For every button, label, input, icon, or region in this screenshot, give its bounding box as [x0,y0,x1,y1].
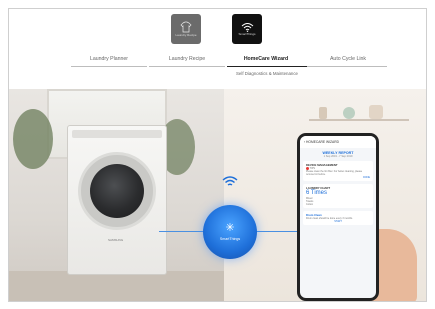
tab-underline-active [227,65,307,68]
tab-laundry-recipe[interactable]: Laundry Recipe [147,56,227,62]
card-link[interactable]: START [306,220,370,223]
smartthings-icon[interactable]: SmartThings [232,14,262,44]
shelf-decor [309,105,409,121]
icon-caption: Laundry Recipe [175,33,197,37]
feature-tabs: Laundry Recipe SmartThings Laundry Plann… [9,9,426,97]
hub-label: SmartThings [219,237,241,241]
laundry-count: 6 Times [306,190,328,197]
dryer-drum [90,164,144,218]
dryer-control-panel [72,130,162,138]
tab-underline [149,66,225,67]
dryer-brand: SAMSUNG [108,238,124,242]
wifi-icon [241,23,253,32]
device-management-card[interactable]: DEVICE MANAGEMENT TIPS Please clean the … [303,161,373,182]
tab-subtitle: Self Diagnostics & Maintenance [236,71,298,76]
drum-clean-card[interactable]: Drum Clean Drum clean should be done eve… [303,211,373,226]
connection-line-left [159,231,205,232]
app-header: ‹ HOMECARE WIZARD [300,136,376,148]
report-date: 1 Sep 2019 - 7 Sep 2019 [323,155,353,158]
tab-underline [307,66,387,67]
smartphone: ‹ HOMECARE WIZARD WEEKLY REPORT 1 Sep 20… [297,133,379,301]
floor [9,271,224,301]
smartthings-logo-icon: ✳ [225,222,235,234]
hero-image: SAMSUNG ✳ SmartThings ‹ HOMECARE WIZARD … [9,89,426,301]
dryer-door [78,152,156,230]
dryer-appliance: SAMSUNG [67,125,167,275]
chart-item: Cotton [306,203,314,207]
tab-laundry-planner[interactable]: Laundry Planner [69,56,149,62]
wifi-signal-icon [222,176,238,186]
tab-auto-cycle-link[interactable]: Auto Cycle Link [308,56,388,62]
tab-homecare-wizard[interactable]: HomeCare Wizard [226,56,306,62]
phone-screen: ‹ HOMECARE WIZARD WEEKLY REPORT 1 Sep 20… [300,136,376,298]
plant-left [13,109,53,169]
card-link[interactable]: DONE [306,176,370,179]
shirt-icon [180,21,192,33]
laundry-chart-card[interactable]: LAUNDRY CHART 6 Times Mixed Towels Cotto… [303,184,373,209]
tab-underline [71,66,147,67]
laundry-recipe-icon[interactable]: Laundry Recipe [171,14,201,44]
page-frame: Laundry Recipe SmartThings Laundry Plann… [8,8,427,302]
icon-caption: SmartThings [238,32,256,36]
connection-line-right [255,231,299,232]
smartthings-hub: ✳ SmartThings [203,205,257,259]
app-header-title: HOMECARE WIZARD [306,140,339,144]
